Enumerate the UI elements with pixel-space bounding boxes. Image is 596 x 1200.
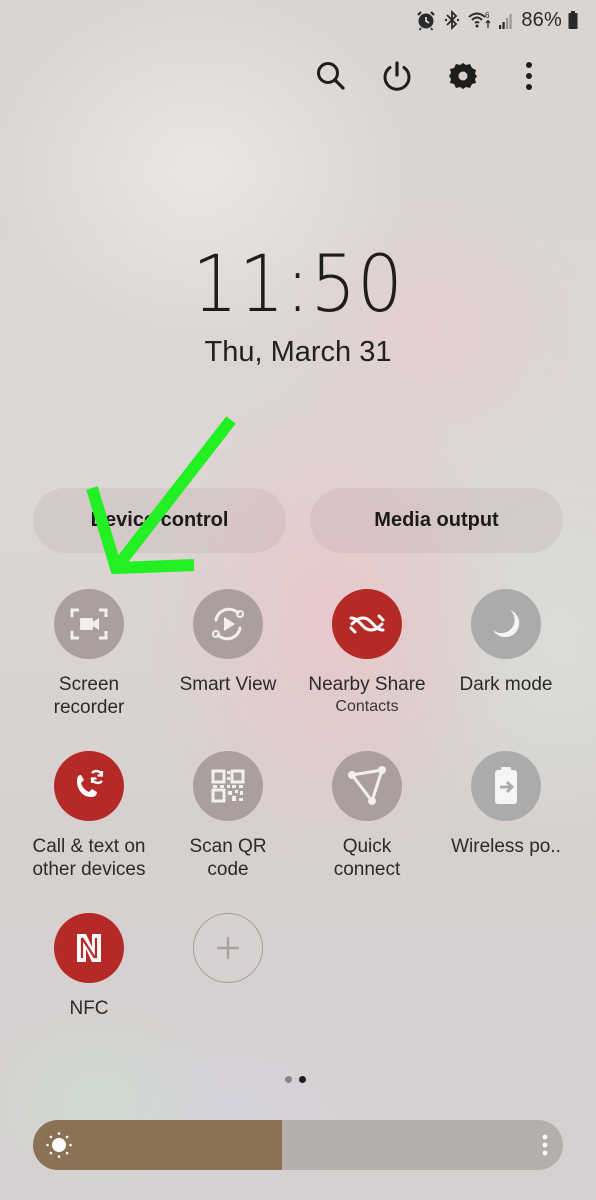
clock-time[interactable]: 11:50 xyxy=(24,240,572,330)
tile-label: Scan QR code xyxy=(189,836,267,880)
quick-panel-actions xyxy=(300,58,560,98)
page-dot[interactable] xyxy=(285,1076,292,1083)
qr-code-icon xyxy=(193,751,263,821)
nearby-share-icon xyxy=(332,589,402,659)
tile-nearby-share[interactable]: Nearby Share Contacts xyxy=(302,589,432,716)
add-icon xyxy=(193,913,263,983)
search-button[interactable] xyxy=(311,58,351,98)
tile-screen-recorder[interactable]: Screen recorder xyxy=(24,589,154,719)
tile-label: Dark mode xyxy=(459,674,553,695)
nfc-icon xyxy=(54,913,124,983)
tile-label: Screen recorder xyxy=(53,674,125,718)
more-options-button[interactable] xyxy=(509,58,549,98)
brightness-slider[interactable] xyxy=(33,1120,563,1170)
tile-scan-qr-code[interactable]: Scan QR code xyxy=(163,751,293,881)
battery-icon xyxy=(568,10,578,30)
moon-icon xyxy=(471,589,541,659)
svg-text:6: 6 xyxy=(485,11,490,20)
tile-quick-connect[interactable]: Quick connect xyxy=(302,751,432,881)
wireless-powershare-icon xyxy=(471,751,541,821)
device-control-button[interactable]: Device control xyxy=(33,488,286,553)
search-icon xyxy=(315,60,347,97)
tile-label: Smart View xyxy=(179,674,277,695)
quick-connect-icon xyxy=(332,751,402,821)
power-icon xyxy=(381,60,413,97)
tile-label: Call & text on other devices xyxy=(32,836,146,880)
tile-label: Quick connect xyxy=(333,836,401,880)
call-sync-icon xyxy=(54,751,124,821)
power-button[interactable] xyxy=(377,58,417,98)
cell-signal-icon xyxy=(499,10,515,30)
wifi-6-icon: 6 xyxy=(467,9,493,31)
page-dot-active[interactable] xyxy=(299,1076,306,1083)
media-output-button[interactable]: Media output xyxy=(310,488,563,553)
smart-view-icon xyxy=(193,589,263,659)
more-vert-icon xyxy=(524,60,534,97)
tile-smart-view[interactable]: Smart View xyxy=(163,589,293,696)
page-indicator xyxy=(285,1076,306,1083)
sun-icon xyxy=(45,1131,73,1164)
tile-wireless-powershare[interactable]: Wireless po.. xyxy=(441,751,571,858)
settings-button[interactable] xyxy=(443,58,483,98)
clock-date[interactable]: Thu, March 31 xyxy=(0,336,596,369)
bluetooth-icon xyxy=(443,9,461,31)
tile-label: Wireless po.. xyxy=(451,836,561,857)
tile-label: NFC xyxy=(69,998,109,1019)
gear-icon xyxy=(447,60,479,97)
status-bar: 6 86% xyxy=(415,6,578,34)
tile-dark-mode[interactable]: Dark mode xyxy=(441,589,571,696)
brightness-more-icon[interactable] xyxy=(541,1133,549,1162)
battery-percent: 86% xyxy=(521,8,562,31)
tile-call-text-other-devices[interactable]: Call & text on other devices xyxy=(24,751,154,881)
add-tile-button[interactable] xyxy=(163,913,293,983)
screen-recorder-icon xyxy=(54,589,124,659)
tile-sublabel: Contacts xyxy=(335,698,399,715)
alarm-icon xyxy=(415,9,437,31)
tile-label: Nearby Share xyxy=(308,674,426,695)
tile-nfc[interactable]: NFC xyxy=(24,913,154,1020)
